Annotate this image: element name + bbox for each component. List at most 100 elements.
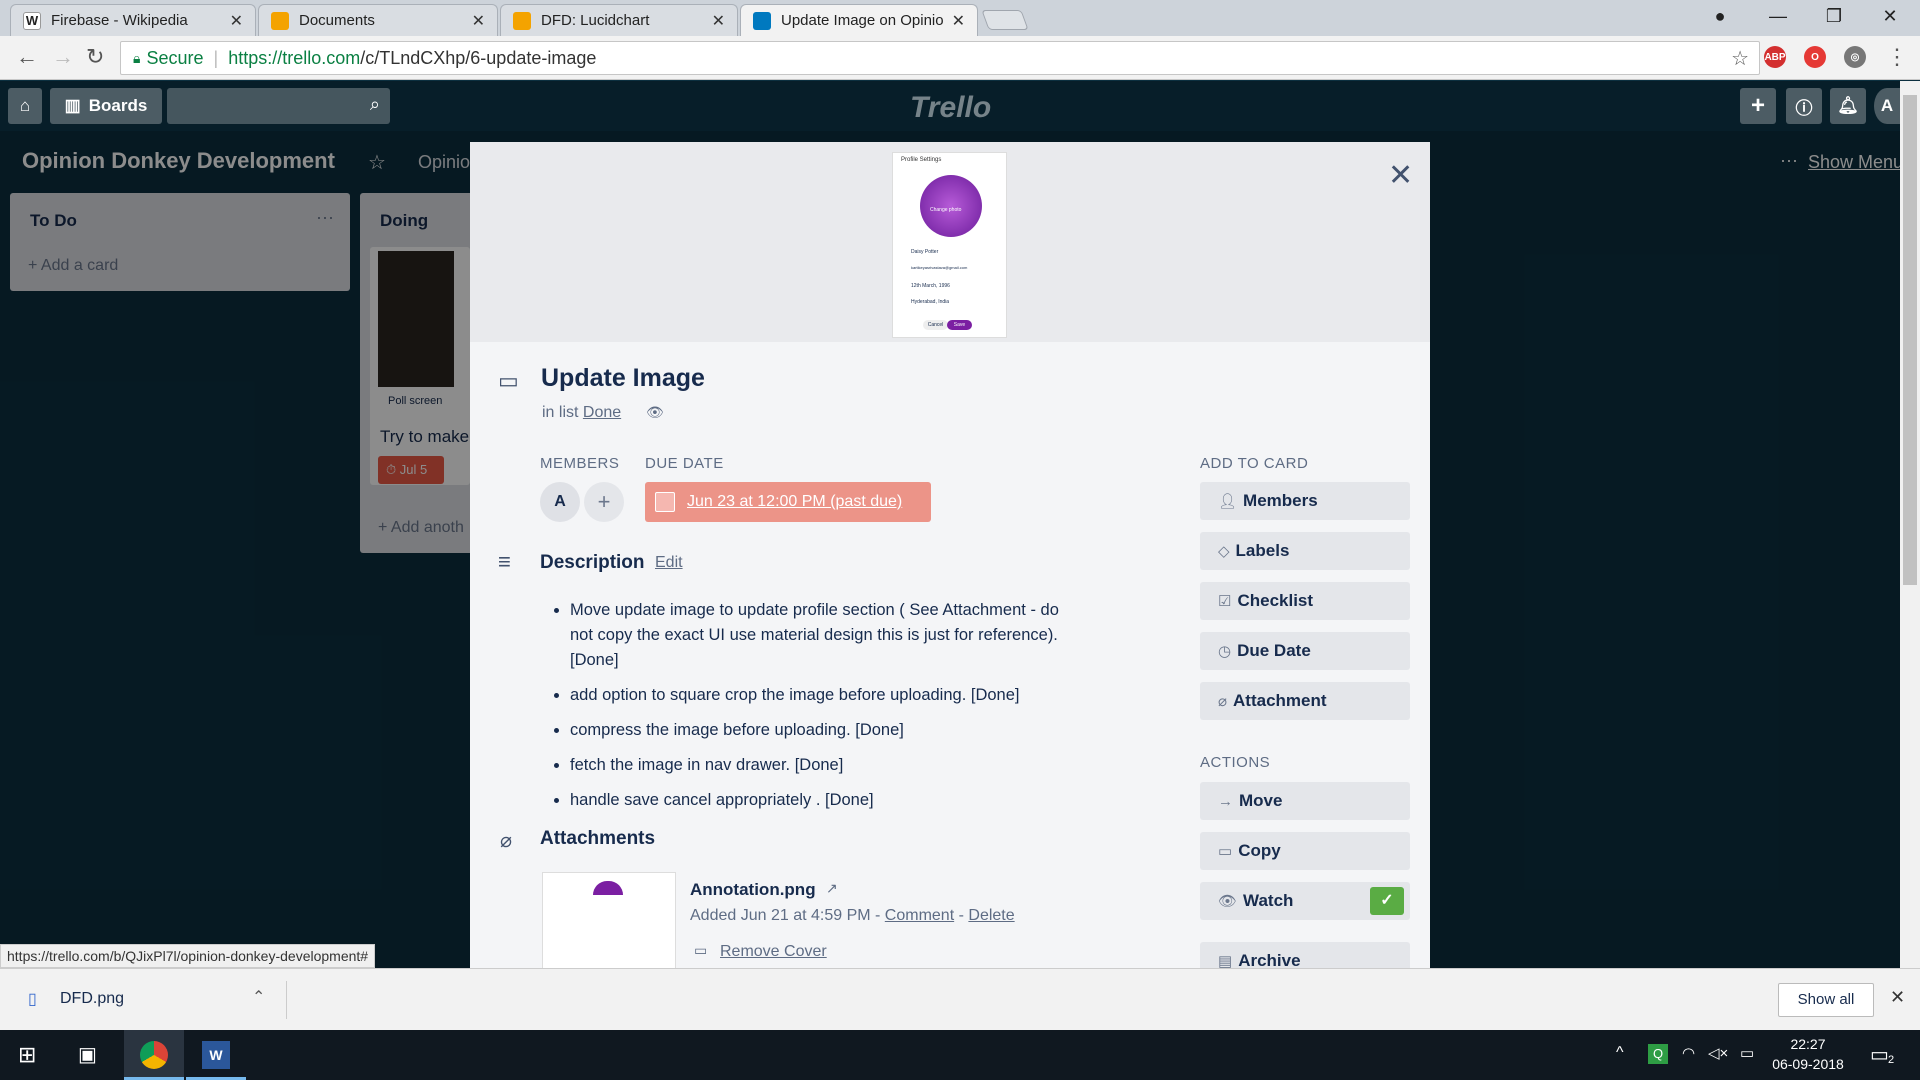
- close-icon[interactable]: ✕: [472, 11, 485, 31]
- browser-tab-bar: W Firebase - Wikipedia ✕ Documents ✕ DFD…: [0, 0, 1920, 36]
- tab-lucidchart[interactable]: DFD: Lucidchart ✕: [500, 4, 738, 36]
- close-icon[interactable]: ✕: [712, 11, 725, 31]
- reload-icon[interactable]: ↻: [86, 44, 104, 70]
- clock-date[interactable]: 06-09-2018: [1770, 1056, 1846, 1072]
- back-icon[interactable]: ←: [16, 44, 38, 70]
- labels-button[interactable]: ◇ Labels: [1200, 532, 1410, 570]
- button-label: Watch: [1243, 891, 1294, 910]
- close-icon[interactable]: ✕: [230, 11, 243, 31]
- forward-icon[interactable]: →: [52, 44, 74, 70]
- star-icon[interactable]: ☆: [1731, 46, 1749, 71]
- windows-start-icon[interactable]: ⊞: [18, 1042, 36, 1068]
- button-label: Attachment: [1233, 691, 1327, 710]
- avatar[interactable]: A: [1874, 88, 1900, 124]
- close-download-bar-icon[interactable]: ✕: [1890, 987, 1905, 1008]
- member-avatar[interactable]: A: [540, 482, 580, 522]
- status-url: https://trello.com/b/QJixPl7l/opinion-do…: [0, 944, 376, 968]
- tab-trello[interactable]: Update Image on Opinio ✕: [740, 4, 978, 36]
- url-text: https://trello.com/c/TLndCXhp/6-update-i…: [228, 48, 596, 69]
- word-taskbar-button[interactable]: W: [186, 1030, 246, 1080]
- adblock-icon[interactable]: ABP: [1764, 46, 1786, 68]
- archive-button[interactable]: ▤ Archive: [1200, 942, 1410, 968]
- due-date-heading: DUE DATE: [645, 455, 724, 472]
- restore-button[interactable]: ❐: [1806, 0, 1862, 32]
- due-date-button[interactable]: ◷ Due Date: [1200, 632, 1410, 670]
- new-tab-button[interactable]: [981, 10, 1029, 30]
- checklist-button[interactable]: ☑ Checklist: [1200, 582, 1410, 620]
- url-host: https://trello.com: [228, 47, 361, 68]
- address-bar: ← → ↻ 🔒︎ Secure | https://trello.com/c/T…: [0, 36, 1920, 80]
- add-icon[interactable]: +: [1740, 88, 1776, 124]
- chevron-up-icon[interactable]: ⌃: [252, 987, 265, 1007]
- battery-icon[interactable]: ▭: [1740, 1044, 1754, 1062]
- attachment-thumbnail[interactable]: [542, 872, 676, 968]
- card-title[interactable]: Update Image: [541, 364, 705, 393]
- lucidchart-icon: [513, 11, 531, 30]
- attachment-meta: Added Jun 21 at 4:59 PM - Comment - Dele…: [690, 907, 1015, 925]
- due-date-text: Jun 23 at 12:00 PM (past due): [687, 493, 903, 510]
- list-link[interactable]: Done: [583, 404, 621, 421]
- minimize-button[interactable]: —: [1750, 0, 1806, 32]
- download-bar: ▯ DFD.png ⌃ Show all ✕: [0, 968, 1920, 1030]
- actions-heading: ACTIONS: [1200, 754, 1271, 771]
- drive-icon: [271, 11, 289, 30]
- tab-title: DFD: Lucidchart: [541, 12, 650, 29]
- file-icon: ▯: [28, 991, 37, 1008]
- change-photo-label: Change photo: [930, 207, 962, 213]
- lock-icon: 🔒︎: [133, 49, 141, 66]
- wifi-icon[interactable]: ◠: [1682, 1044, 1695, 1062]
- extension-icon[interactable]: ◎: [1844, 46, 1866, 68]
- profile-icon[interactable]: ●: [1692, 0, 1748, 32]
- url-path: /c/TLndCXhp/6-update-image: [360, 47, 597, 68]
- info-icon[interactable]: ⓘ: [1786, 88, 1822, 124]
- opera-icon[interactable]: O: [1804, 46, 1826, 68]
- button-label: Members: [1243, 491, 1318, 510]
- show-all-button[interactable]: Show all: [1778, 983, 1874, 1017]
- volume-muted-icon[interactable]: ◁×: [1708, 1044, 1728, 1062]
- thumbnail-preview: [593, 881, 623, 895]
- task-view-icon[interactable]: ▣: [78, 1042, 97, 1067]
- tray-chevron-icon[interactable]: ^: [1616, 1044, 1624, 1062]
- attachment-button[interactable]: ⌀ Attachment: [1200, 682, 1410, 720]
- search-input[interactable]: ⌕: [167, 88, 390, 124]
- description-item: handle save cancel appropriately . [Done…: [570, 788, 1070, 813]
- due-date-badge[interactable]: Jun 23 at 12:00 PM (past due): [645, 482, 931, 522]
- tab-documents[interactable]: Documents ✕: [258, 4, 498, 36]
- close-modal-icon[interactable]: ✕: [1388, 158, 1413, 193]
- move-button[interactable]: → Move: [1200, 782, 1410, 820]
- external-link-icon[interactable]: ↗: [826, 880, 838, 897]
- tab-firebase[interactable]: W Firebase - Wikipedia ✕: [10, 4, 256, 36]
- watch-check-icon: ✓: [1370, 887, 1404, 915]
- close-icon[interactable]: ✕: [952, 11, 965, 31]
- cover-field: kartikeyasrivastava@gmail.com: [911, 265, 968, 270]
- description-icon: ≡: [498, 549, 511, 574]
- notifications-icon[interactable]: ▭: [1870, 1042, 1889, 1067]
- close-window-button[interactable]: ✕: [1862, 0, 1918, 32]
- card-icon: ▭: [498, 368, 519, 393]
- url-input[interactable]: 🔒︎ Secure | https://trello.com/c/TLndCXh…: [120, 41, 1760, 75]
- clock-time[interactable]: 22:27: [1770, 1036, 1846, 1052]
- watch-button[interactable]: 👁︎ Watch ✓: [1200, 882, 1410, 920]
- tray-app-icon[interactable]: Q: [1648, 1044, 1668, 1064]
- scrollbar-thumb[interactable]: [1903, 95, 1917, 585]
- members-button[interactable]: 👤︎ Members: [1200, 482, 1410, 520]
- description-item: fetch the image in nav drawer. [Done]: [570, 753, 1070, 778]
- home-icon[interactable]: ⌂: [8, 88, 42, 124]
- paperclip-icon: ⌀: [1218, 693, 1228, 710]
- copy-button[interactable]: ▭ Copy: [1200, 832, 1410, 870]
- menu-icon[interactable]: ⋮: [1886, 44, 1908, 70]
- attachment-name[interactable]: Annotation.png: [690, 880, 816, 900]
- in-list-text: in list Done: [542, 404, 621, 422]
- edit-description-link[interactable]: Edit: [655, 554, 683, 572]
- trello-logo[interactable]: Trello: [910, 91, 991, 125]
- chrome-taskbar-button[interactable]: [124, 1030, 184, 1080]
- bell-icon[interactable]: 🔔︎: [1830, 88, 1866, 124]
- attachment-comment-link[interactable]: Comment: [885, 907, 954, 924]
- download-file-name[interactable]: DFD.png: [60, 990, 124, 1008]
- remove-cover-link[interactable]: Remove Cover: [720, 943, 827, 961]
- add-member-icon[interactable]: +: [584, 482, 624, 522]
- button-label: Archive: [1238, 951, 1301, 968]
- attachment-delete-link[interactable]: Delete: [968, 907, 1014, 924]
- due-complete-checkbox[interactable]: [655, 492, 675, 512]
- boards-button[interactable]: ▥ Boards: [50, 88, 162, 124]
